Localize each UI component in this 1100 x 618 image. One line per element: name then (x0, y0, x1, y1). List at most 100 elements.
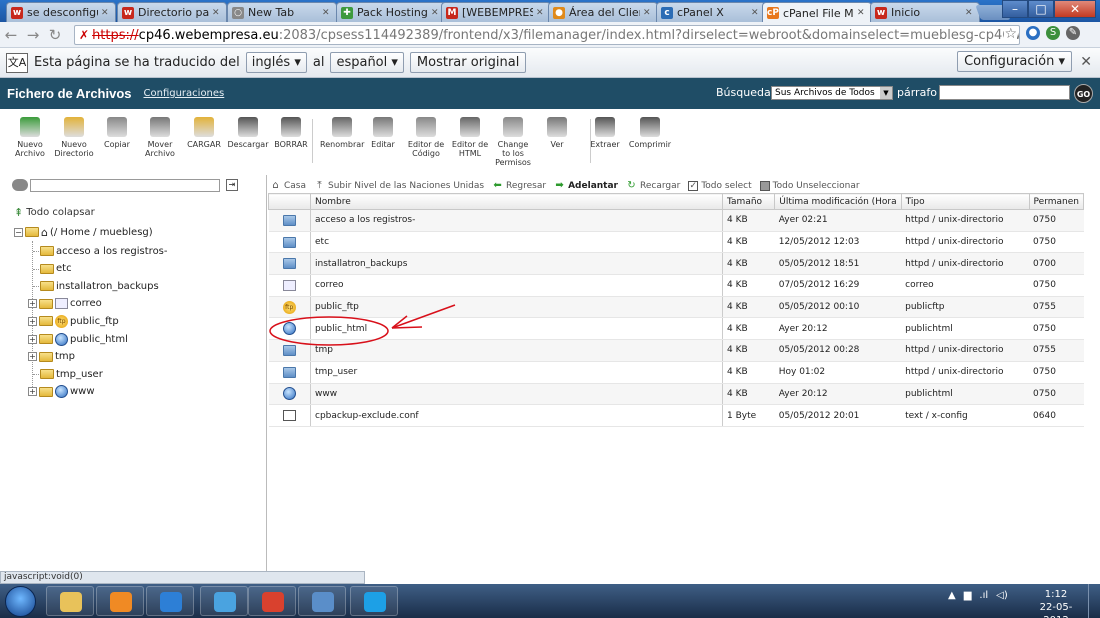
column-header-type[interactable]: Tipo (900, 193, 1030, 210)
taskbar-app-messenger[interactable] (200, 586, 248, 616)
row-icon-cell[interactable] (268, 231, 311, 254)
translate-settings-button[interactable]: Configuración ▾ (957, 51, 1072, 72)
expand-toggle-icon[interactable]: + (28, 334, 37, 344)
toolbar-new-file-button[interactable]: Nuevo Archivo (8, 117, 52, 158)
tray-expand-icon[interactable]: ▲ (948, 590, 956, 601)
table-row[interactable]: tmp 4 KB 05/05/2012 00:28 httpd / unix-dire… (268, 339, 1084, 362)
toolbar-permissions-button[interactable]: Change to los Permisos (491, 117, 535, 167)
file-name-cell[interactable]: installatron_backups (310, 252, 724, 276)
browser-tab[interactable]: w Inicio ✕ (870, 2, 980, 22)
taskbar-app-internet-explorer[interactable] (146, 586, 194, 616)
search-scope-select[interactable]: Sus Archivos de Todos ▼ (771, 86, 893, 100)
toolbar-edit-button[interactable]: Editar (361, 117, 405, 149)
tree-item[interactable]: + tmp (28, 349, 75, 365)
panel-divider[interactable] (266, 175, 267, 571)
show-original-button[interactable]: Mostrar original (409, 52, 527, 73)
source-language-select[interactable]: inglés ▾ (245, 52, 307, 73)
address-bar[interactable]: ✗ https:// cp46.webempresa.eu :2083/cpse… (74, 25, 1020, 45)
network-icon[interactable]: ▆ (964, 590, 972, 601)
show-desktop-button[interactable] (1088, 584, 1100, 618)
select-all-action[interactable]: ✓ Todo select (688, 181, 752, 191)
table-row[interactable]: ftp public_ftp 4 KB 05/05/2012 00:10 publicf… (268, 296, 1084, 319)
expand-toggle-icon[interactable]: + (28, 299, 37, 309)
toolbar-html-edit-button[interactable]: Editor de HTML (448, 117, 492, 158)
close-translate-icon[interactable]: ✕ (1080, 54, 1092, 70)
file-name-cell[interactable]: tmp_user (310, 361, 724, 384)
tree-item[interactable]: + correo (28, 296, 102, 312)
toolbar-download-button[interactable]: Descargar (226, 117, 270, 149)
wrench-menu-icon[interactable]: ✎ (1066, 26, 1080, 40)
start-button[interactable] (5, 586, 36, 617)
taskbar-app-skype[interactable] (350, 586, 398, 616)
target-language-select[interactable]: español ▾ (330, 52, 404, 73)
browser-tab[interactable]: M [WEBEMPRESA✕ (441, 2, 551, 22)
file-name-cell[interactable]: tmp (310, 339, 724, 362)
toolbar-upload-button[interactable]: CARGAR (182, 117, 226, 149)
signal-icon[interactable]: .ıl (979, 590, 988, 601)
file-name-cell[interactable]: etc (310, 231, 724, 254)
column-header-name[interactable]: Nombre (309, 193, 724, 210)
close-tab-icon[interactable]: ✕ (536, 8, 546, 18)
maximize-button[interactable]: □ (1028, 0, 1054, 18)
close-tab-icon[interactable]: ✕ (322, 8, 332, 18)
taskbar-app-media-player[interactable] (96, 586, 144, 616)
close-tab-icon[interactable]: ✕ (965, 8, 975, 18)
row-icon-cell[interactable] (268, 404, 311, 427)
file-name-cell[interactable]: acceso a los registros- (310, 209, 724, 232)
row-icon-cell[interactable] (268, 339, 311, 362)
browser-tab[interactable]: ✚ Pack Hosting T✕ (336, 2, 446, 22)
tree-item[interactable]: acceso a los registros- (40, 243, 168, 259)
expand-toggle-icon[interactable]: + (28, 387, 37, 397)
browser-tab[interactable]: w se desconfiguró✕ (6, 2, 116, 22)
toolbar-new-folder-button[interactable]: Nuevo Directorio (52, 117, 96, 158)
tree-item[interactable]: + public_html (28, 331, 128, 347)
up-level-action[interactable]: ⤒ Subir Nivel de las Naciones Unidas (314, 181, 484, 192)
taskbar-clock[interactable]: 1:12 22-05-2012 (1030, 588, 1082, 618)
file-name-cell[interactable]: www (310, 383, 724, 406)
browser-tab[interactable]: w Directorio para✕ (117, 2, 227, 22)
row-icon-cell[interactable] (268, 209, 311, 232)
table-row[interactable]: cpbackup-exclude.conf 1 Byte 05/05/2012 20… (268, 404, 1084, 427)
close-tab-icon[interactable]: ✕ (751, 8, 761, 18)
collapse-toggle-icon[interactable]: − (14, 227, 23, 237)
row-icon-cell[interactable] (268, 252, 311, 276)
toolbar-move-button[interactable]: Mover Archivo (138, 117, 182, 158)
taskbar-app-chrome[interactable] (248, 586, 296, 616)
browser-tab[interactable]: cP cPanel File Man✕ (762, 2, 872, 23)
row-icon-cell[interactable] (268, 383, 311, 406)
reload-icon[interactable]: ↻ (44, 26, 66, 44)
close-tab-icon[interactable]: ✕ (212, 8, 222, 18)
expand-toggle-icon[interactable]: + (28, 316, 37, 326)
reload-action[interactable]: ↻ Recargar (626, 181, 680, 192)
toolbar-compress-button[interactable]: Comprimir (628, 117, 672, 149)
column-header-size[interactable]: Tamaño (722, 193, 776, 210)
tree-path-input[interactable] (30, 179, 220, 192)
file-name-cell[interactable]: public_ftp (310, 296, 724, 319)
forward-action[interactable]: ➡ Adelantar (554, 181, 618, 192)
tree-item[interactable]: tmp_user (40, 366, 103, 382)
file-name-cell[interactable]: cpbackup-exclude.conf (310, 404, 724, 427)
tree-item[interactable]: + www (28, 384, 95, 400)
close-tab-icon[interactable]: ✕ (857, 8, 867, 18)
close-tab-icon[interactable]: ✕ (643, 8, 653, 18)
row-icon-cell[interactable] (268, 361, 311, 384)
taskbar-app-explorer[interactable] (46, 586, 94, 616)
bookmark-star-icon[interactable]: ☆ (1004, 26, 1017, 42)
expand-toggle-icon[interactable]: + (28, 352, 37, 362)
close-tab-icon[interactable]: ✕ (431, 8, 441, 18)
table-row[interactable]: public_html 4 KB Ayer 20:12 publichtml 0750 (268, 317, 1084, 341)
toolbar-copy-button[interactable]: Copiar (95, 117, 139, 149)
tree-item[interactable]: etc (40, 261, 72, 277)
table-row[interactable]: correo 4 KB 07/05/2012 16:29 correo 0750 (268, 274, 1084, 297)
forward-arrow-icon[interactable]: → (22, 26, 44, 44)
close-window-button[interactable]: ✕ (1054, 0, 1096, 18)
tree-go-icon[interactable]: ⇥ (226, 179, 238, 191)
settings-link[interactable]: Configuraciones (144, 88, 225, 99)
extension-eye-icon[interactable]: ● (1026, 26, 1040, 40)
browser-tab[interactable]: c cPanel X ✕ (656, 2, 766, 22)
taskbar-app-notes[interactable] (298, 586, 346, 616)
file-name-cell[interactable]: correo (310, 274, 724, 297)
file-name-cell[interactable]: public_html (310, 317, 724, 341)
unselect-all-action[interactable]: Todo Unseleccionar (759, 181, 860, 191)
browser-tab[interactable]: ● Área del Cliente✕ (548, 2, 658, 22)
